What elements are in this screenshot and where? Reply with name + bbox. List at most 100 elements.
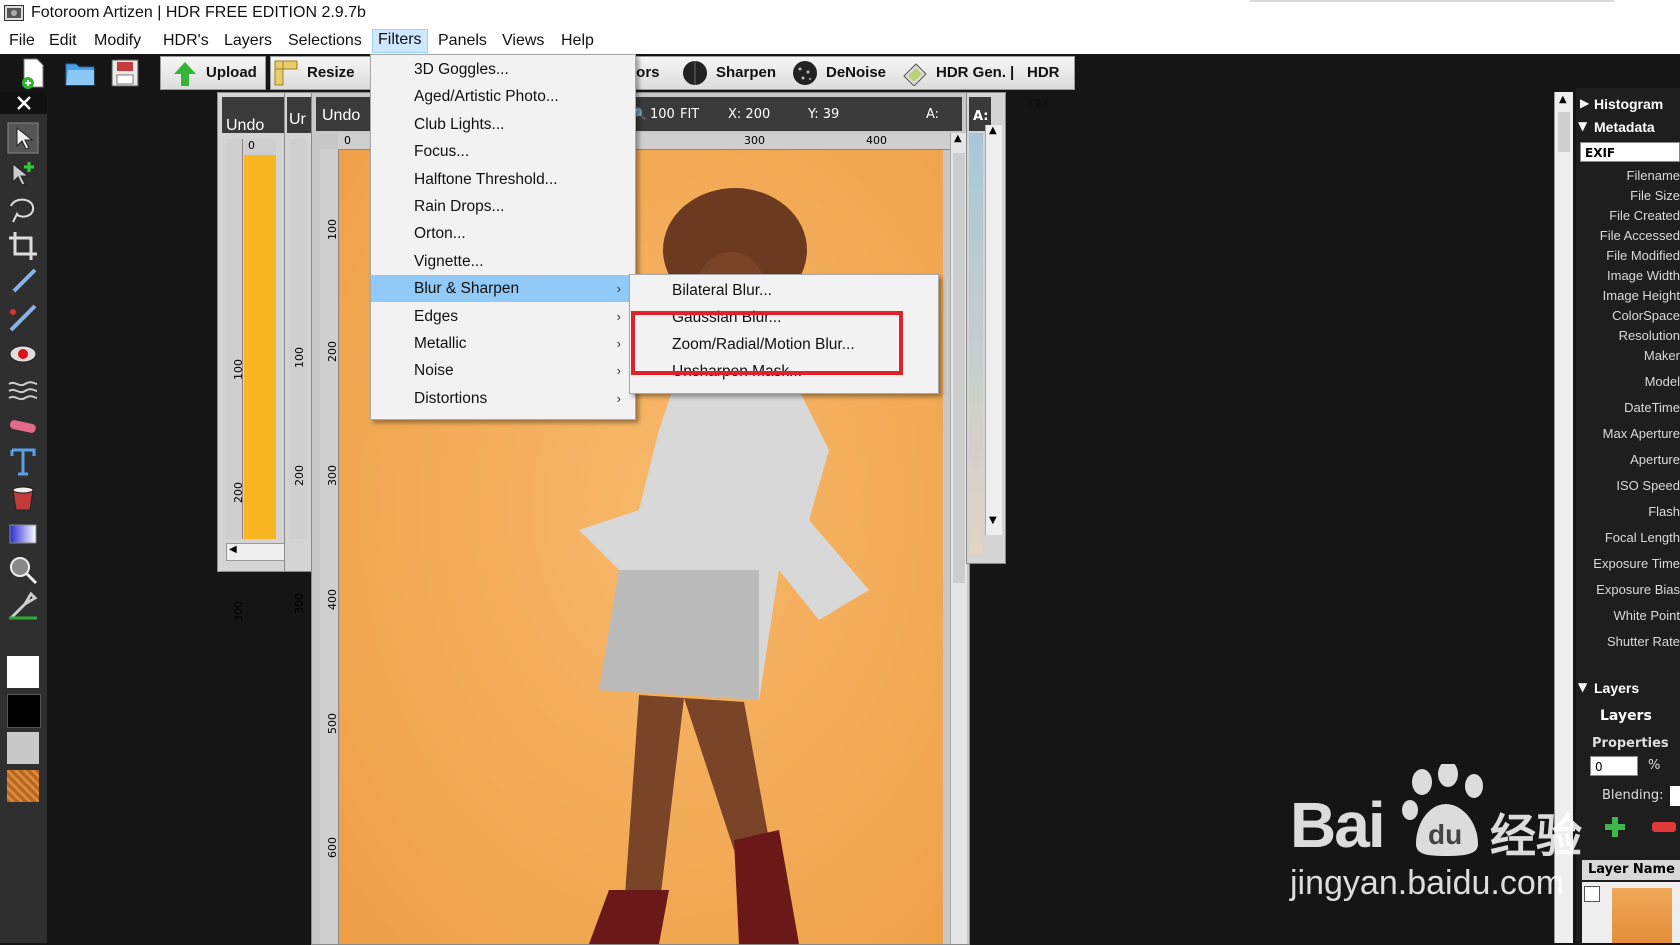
open-folder-icon[interactable] (64, 58, 96, 88)
layers-header[interactable]: ▼ Layers (1576, 678, 1680, 700)
side-scroll-up-icon[interactable]: ▲ (989, 125, 997, 136)
sharpen-label[interactable]: Sharpen (716, 57, 776, 89)
upload-arrow-icon (174, 62, 196, 86)
menu-views[interactable]: Views (497, 31, 549, 53)
text-tool-icon[interactable] (7, 446, 39, 478)
filters-item-halftone-threshold[interactable]: Halftone Threshold... (371, 166, 633, 193)
metadata-field-label: Maker (1643, 348, 1680, 363)
vertical-ruler (320, 149, 339, 944)
redeye-icon[interactable] (7, 338, 39, 370)
coord-y: Y: 39 (808, 107, 840, 122)
foreground-color-swatch[interactable] (7, 656, 39, 688)
right-scroll-up-icon[interactable]: ▲ (1559, 94, 1567, 105)
canvas-info-bar: 🔍 100 FIT X: 200 Y: 39 A: (632, 97, 962, 131)
filters-item-blur-sharpen[interactable]: Blur & Sharpen › (371, 275, 633, 303)
save-icon[interactable] (110, 58, 140, 88)
filters-item-orton[interactable]: Orton... (371, 220, 633, 247)
undo-1-hruler-0: 0 (248, 139, 255, 152)
undo-1-hruler: 0 (244, 139, 276, 155)
add-select-icon[interactable] (7, 158, 39, 190)
metadata-field-label: Flash (1648, 504, 1680, 519)
zoom-level[interactable]: 100 (650, 107, 675, 122)
right-vscroll-thumb[interactable] (1558, 112, 1570, 152)
denoise-label[interactable]: DeNoise (826, 57, 886, 89)
canvas-vscroll[interactable]: ▲ (950, 133, 967, 944)
vruler-400: 400 (326, 589, 339, 610)
filter-toolbar-group: lors Sharpen DeNoise HDR Gen. | HDR TM (632, 56, 1075, 113)
texture-swatch[interactable] (7, 770, 39, 802)
crop-icon[interactable] (7, 230, 39, 262)
filters-item-metallic[interactable]: Metallic › (371, 330, 633, 357)
exif-select[interactable]: EXIF (1580, 142, 1680, 162)
hdr-tm-label[interactable]: HDR TM (1027, 57, 1074, 121)
metadata-field-label: File Modified (1606, 248, 1680, 263)
side-panel-partial: A: ▲ ▼ (966, 92, 1006, 564)
gray-swatch[interactable] (7, 732, 39, 764)
filters-item-focus[interactable]: Focus... (371, 138, 633, 165)
side-scroll-down-icon[interactable]: ▼ (989, 515, 997, 526)
metadata-header[interactable]: ▼ Metadata (1576, 117, 1680, 139)
zoom-fit[interactable]: FIT (680, 107, 699, 122)
filters-item-distortions[interactable]: Distortions › (371, 385, 633, 412)
blending-select[interactable] (1670, 786, 1680, 806)
histogram-header[interactable]: ▶ Histogram (1576, 94, 1680, 116)
opacity-input[interactable]: 0 (1590, 756, 1638, 776)
eraser-icon[interactable] (7, 410, 39, 442)
filters-item-club-lights[interactable]: Club Lights... (371, 111, 633, 138)
filters-item-rain-drops[interactable]: Rain Drops... (371, 193, 633, 220)
toolbar: Upload Resize lors Sharpen DeNoise HDR G… (0, 54, 1680, 113)
menu-layers[interactable]: Layers (219, 31, 277, 53)
filters-item-noise[interactable]: Noise › (371, 357, 633, 384)
canvas-vscroll-thumb[interactable] (953, 153, 965, 583)
gradient-icon[interactable] (7, 518, 39, 550)
menu-panels[interactable]: Panels (433, 31, 492, 53)
filters-item-label: Orton... (414, 225, 466, 243)
menu-selections[interactable]: Selections (283, 31, 367, 53)
metadata-field-label: Shutter Rate (1607, 634, 1680, 649)
undo-1-ruler (226, 139, 243, 539)
zoom-tool-icon[interactable] (7, 554, 39, 586)
upload-button[interactable]: Upload (160, 56, 266, 90)
colors-label[interactable]: lors (632, 57, 660, 89)
menu-filters[interactable]: Filters (372, 29, 428, 53)
side-panel-vscroll[interactable]: ▲ ▼ (985, 125, 1002, 535)
chevron-right-icon: › (616, 363, 621, 379)
scroll-left-icon[interactable]: ◀ (229, 544, 237, 555)
hdr-gen-label[interactable]: HDR Gen. (936, 57, 1006, 89)
menu-hdrs[interactable]: HDR's (158, 31, 214, 53)
submenu-bilateral-blur[interactable]: Bilateral Blur... (630, 277, 936, 304)
add-layer-icon[interactable] (1604, 816, 1626, 838)
right-panel: ▶ Histogram ▼ Metadata EXIF Filename File… (1576, 88, 1680, 943)
fill-bucket-icon[interactable] (7, 482, 39, 514)
filters-item-aged-artistic-photo[interactable]: Aged/Artistic Photo... (371, 83, 633, 110)
eyedropper-icon[interactable] (7, 590, 39, 622)
remove-layer-icon[interactable] (1652, 822, 1676, 832)
close-icon[interactable] (16, 95, 32, 111)
smudge-icon[interactable] (7, 374, 39, 406)
filters-item-label: Club Lights... (414, 115, 505, 133)
menu-help[interactable]: Help (556, 31, 599, 53)
vruler-300: 300 (326, 465, 339, 486)
background-color-swatch[interactable] (7, 694, 41, 728)
menu-modify[interactable]: Modify (89, 31, 146, 53)
menu-file[interactable]: File (4, 31, 40, 53)
filters-item-vignette[interactable]: Vignette... (371, 248, 633, 275)
filters-item-edges[interactable]: Edges › (371, 303, 633, 330)
new-file-icon[interactable] (18, 57, 48, 89)
scroll-up-icon[interactable]: ▲ (954, 133, 962, 144)
filters-menu-items: 3D Goggles... Aged/Artistic Photo... Club … (371, 56, 635, 418)
layer-row[interactable] (1582, 882, 1680, 943)
select-arrow-icon[interactable] (7, 122, 39, 154)
menu-edit[interactable]: Edit (44, 31, 82, 53)
brush-icon[interactable] (7, 266, 39, 298)
resize-button[interactable]: Resize (270, 56, 372, 90)
pencil-icon[interactable] (7, 302, 39, 334)
metadata-field-label: File Accessed (1599, 228, 1680, 243)
highlight-box (631, 311, 903, 375)
filters-item-3d-goggles[interactable]: 3D Goggles... (371, 56, 633, 83)
expand-down-icon: ▼ (1578, 119, 1588, 133)
window-title: Fotoroom Artizen | HDR FREE EDITION 2.9.… (31, 4, 366, 21)
histogram-title: Histogram (1594, 96, 1664, 112)
lasso-icon[interactable] (7, 194, 39, 226)
undo-1-hscroll[interactable]: ◀ (226, 543, 288, 561)
